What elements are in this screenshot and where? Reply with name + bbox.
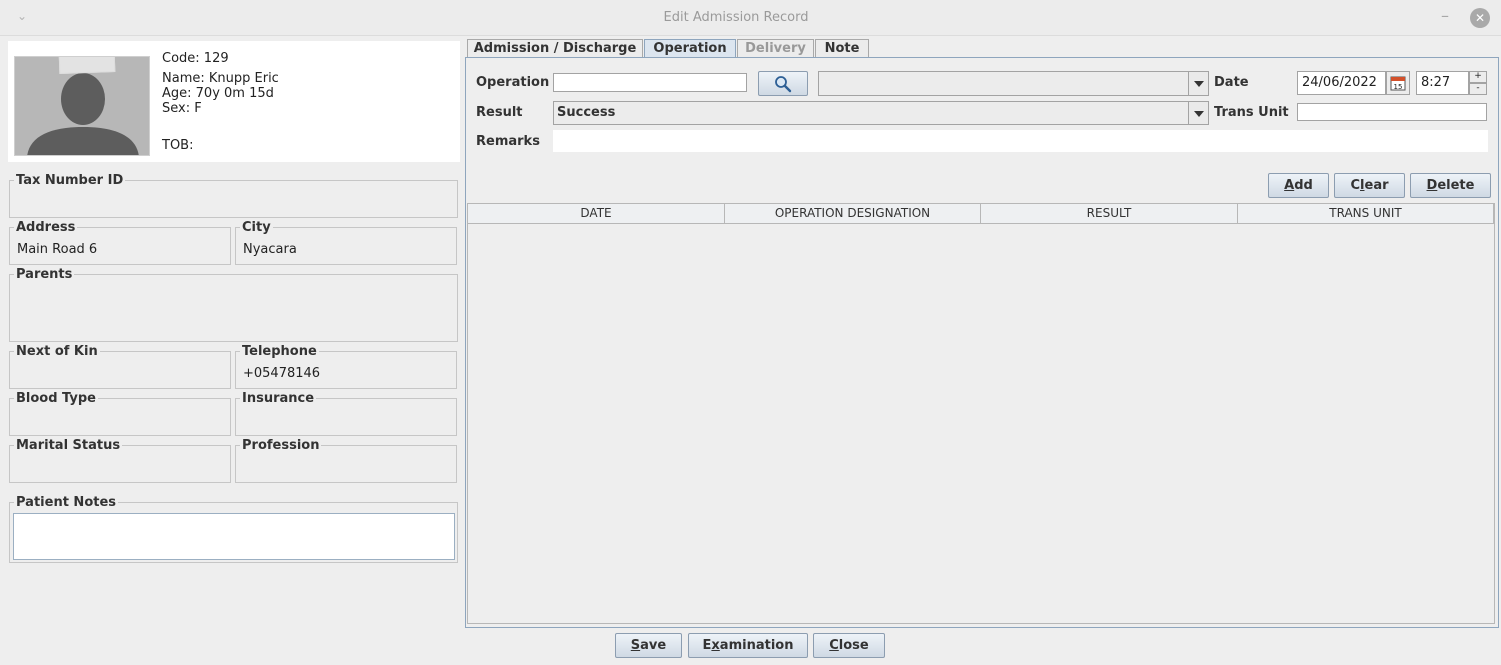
date-label: Date xyxy=(1214,75,1249,90)
chevron-down-icon[interactable] xyxy=(1188,72,1208,95)
patient-notes-textarea[interactable] xyxy=(13,513,455,560)
close-button[interactable]: Close xyxy=(813,633,885,658)
operation-code-input[interactable] xyxy=(553,73,747,92)
remarks-label: Remarks xyxy=(476,134,540,149)
add-button[interactable]: Add xyxy=(1268,173,1329,198)
parents-box: Parents xyxy=(9,267,458,342)
column-header-operation-designation[interactable]: OPERATION DESIGNATION xyxy=(725,204,981,224)
address-label: Address xyxy=(14,220,78,235)
clear-button[interactable]: Clear xyxy=(1334,173,1405,198)
operation-select[interactable] xyxy=(818,71,1209,96)
blood-type-box: Blood Type xyxy=(9,391,231,436)
tab-admission-discharge[interactable]: Admission / Discharge xyxy=(467,39,643,57)
profession-label: Profession xyxy=(240,438,322,453)
calendar-button[interactable]: 15 xyxy=(1386,71,1410,95)
result-selected-value: Success xyxy=(557,105,616,120)
patient-card: Code: 129 Name: Knupp Eric Age: 70y 0m 1… xyxy=(8,41,460,162)
tab-note[interactable]: Note xyxy=(815,39,869,57)
operations-table[interactable]: DATE OPERATION DESIGNATION RESULT TRANS … xyxy=(467,203,1495,624)
patient-name: Name: Knupp Eric xyxy=(162,71,279,86)
chevron-down-icon[interactable] xyxy=(1188,102,1208,124)
column-header-date[interactable]: DATE xyxy=(468,204,725,224)
minimize-button[interactable]: – xyxy=(1441,6,1449,25)
tab-delivery[interactable]: Delivery xyxy=(737,39,814,57)
blood-type-label: Blood Type xyxy=(14,391,98,406)
operation-label: Operation xyxy=(476,75,550,90)
marital-status-label: Marital Status xyxy=(14,438,123,453)
result-label: Result xyxy=(476,105,523,120)
tax-number-label: Tax Number ID xyxy=(14,173,126,188)
telephone-label: Telephone xyxy=(240,344,319,359)
next-of-kin-label: Next of Kin xyxy=(14,344,100,359)
city-value: Nyacara xyxy=(243,242,297,257)
patient-tob: TOB: xyxy=(162,138,194,153)
patient-notes-label: Patient Notes xyxy=(14,495,119,510)
insurance-box: Insurance xyxy=(235,391,457,436)
patient-notes-box: Patient Notes xyxy=(9,495,458,563)
save-button[interactable]: Save xyxy=(615,633,682,658)
time-input[interactable]: 8:27 xyxy=(1416,71,1469,95)
address-value: Main Road 6 xyxy=(17,242,98,257)
patient-code: Code: 129 xyxy=(162,51,229,66)
address-box: Address Main Road 6 xyxy=(9,220,231,265)
window-title: Edit Admission Record xyxy=(663,10,809,25)
calendar-day: 15 xyxy=(1394,83,1403,91)
time-spinner-down[interactable]: - xyxy=(1469,83,1487,95)
close-window-button[interactable]: ✕ xyxy=(1470,8,1490,28)
remarks-input[interactable] xyxy=(553,130,1488,152)
telephone-value: +05478146 xyxy=(243,366,321,381)
time-spinner-up[interactable]: + xyxy=(1469,71,1487,83)
telephone-box: Telephone +05478146 xyxy=(235,344,457,389)
column-header-trans-unit[interactable]: TRANS UNIT xyxy=(1238,204,1494,224)
examination-button[interactable]: Examination xyxy=(688,633,808,658)
tab-operation[interactable]: Operation xyxy=(644,39,736,58)
patient-photo xyxy=(14,56,150,156)
parents-label: Parents xyxy=(14,267,75,282)
trans-unit-label: Trans Unit xyxy=(1214,105,1289,120)
photo-tape xyxy=(58,57,116,74)
calendar-icon: 15 xyxy=(1390,76,1406,91)
result-select[interactable]: Success xyxy=(553,101,1209,125)
tax-number-box: Tax Number ID xyxy=(9,173,458,218)
city-box: City Nyacara xyxy=(235,220,457,265)
delete-button[interactable]: Delete xyxy=(1410,173,1491,198)
patient-sex: Sex: F xyxy=(162,101,202,116)
magnifier-icon xyxy=(775,76,792,93)
profession-box: Profession xyxy=(235,438,457,483)
patient-age: Age: 70y 0m 15d xyxy=(162,86,274,101)
operation-search-button[interactable] xyxy=(758,71,808,96)
insurance-label: Insurance xyxy=(240,391,317,406)
trans-unit-input[interactable] xyxy=(1297,103,1487,121)
city-label: City xyxy=(240,220,273,235)
column-header-result[interactable]: RESULT xyxy=(981,204,1238,224)
date-input[interactable]: 24/06/2022 xyxy=(1297,71,1386,95)
window-titlebar: ⌄ Edit Admission Record – ✕ xyxy=(0,0,1501,36)
marital-status-box: Marital Status xyxy=(9,438,231,483)
next-of-kin-box: Next of Kin xyxy=(9,344,231,389)
